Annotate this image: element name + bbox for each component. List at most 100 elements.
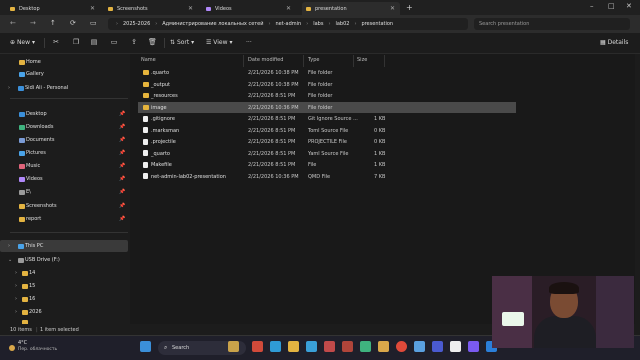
breadcrumb[interactable]: › 2025-2026 › Администрирование локальны… — [108, 18, 468, 30]
up-icon[interactable]: ↑ — [50, 19, 56, 27]
pin-icon[interactable]: 📌 — [119, 176, 125, 182]
pin-icon[interactable]: 📌 — [119, 111, 125, 117]
sidebar-item-documents[interactable]: Documents 📌 — [0, 134, 128, 146]
chevron-right-icon[interactable]: › — [8, 85, 10, 91]
forward-icon[interactable]: → — [30, 19, 36, 27]
monitor-icon[interactable]: ▭ — [90, 19, 97, 27]
breadcrumb-item[interactable]: Администрирование локальных сетей — [162, 21, 263, 27]
pin-icon[interactable]: 📌 — [119, 203, 125, 209]
file-row[interactable]: .marksman 2/21/2026 8:51 PM Toml Source … — [138, 125, 516, 136]
breadcrumb-item[interactable]: net-admin — [276, 21, 302, 27]
file-row[interactable]: .gitignore 2/21/2026 8:51 PM Git Ignore … — [138, 113, 516, 124]
delete-icon[interactable]: 🗑 — [148, 38, 157, 46]
column-header-type[interactable]: Type — [308, 57, 319, 63]
app-icon[interactable] — [360, 341, 371, 352]
app-icon[interactable] — [252, 341, 263, 352]
app-icon[interactable] — [468, 341, 479, 352]
close-window-icon[interactable]: ✕ — [626, 2, 632, 10]
close-tab-icon[interactable]: ✕ — [390, 5, 395, 12]
sidebar-item-this-pc[interactable]: › This PC — [0, 240, 128, 252]
app-icon[interactable] — [414, 341, 425, 352]
breadcrumb-item[interactable]: presentation — [361, 21, 393, 27]
file-row[interactable]: _output 2/21/2026 10:38 PM File folder — [138, 79, 516, 90]
tab-videos[interactable]: Videos ✕ — [202, 2, 296, 15]
close-tab-icon[interactable]: ✕ — [286, 5, 291, 12]
rename-icon[interactable]: ▭ — [110, 38, 118, 46]
file-row[interactable]: _resources 2/21/2026 8:51 PM File folder — [138, 90, 516, 101]
sidebar-item-usb-drive[interactable]: ⌄ USB Drive (F:) — [0, 254, 128, 266]
app-icon[interactable] — [432, 341, 443, 352]
weather-widget[interactable]: 4°C Пер. облачность — [8, 340, 57, 352]
column-header-size[interactable]: Size — [357, 57, 367, 63]
sidebar-item-music[interactable]: Music 📌 — [0, 160, 128, 172]
pin-icon[interactable]: 📌 — [119, 137, 125, 143]
more-button[interactable]: ··· — [246, 39, 252, 46]
search-input[interactable]: Search presentation — [474, 18, 630, 30]
sidebar-item-screenshots[interactable]: Screenshots 📌 — [0, 200, 128, 212]
sidebar-item-gallery[interactable]: Gallery — [0, 68, 128, 80]
copy-icon[interactable]: ❐ — [72, 38, 80, 46]
new-tab-icon[interactable]: + — [406, 3, 413, 12]
chevron-down-icon[interactable]: ⌄ — [8, 257, 12, 263]
sort-button[interactable]: ⇅ Sort ▾ — [170, 39, 194, 46]
new-button[interactable]: ⊕ New ▾ — [10, 39, 35, 46]
sidebar-item-onedrive[interactable]: › Sidi Ali - Personal — [0, 82, 128, 94]
chevron-right-icon[interactable]: › — [15, 309, 17, 315]
breadcrumb-item[interactable]: 2025-2026 — [123, 21, 150, 27]
column-header-name[interactable]: Name — [141, 57, 156, 63]
file-row[interactable]: _quarto 2/21/2026 8:51 PM Yaml Source Fi… — [138, 148, 516, 159]
app-icon[interactable] — [324, 341, 335, 352]
widget-icon[interactable] — [228, 341, 239, 352]
minimize-icon[interactable]: – — [590, 2, 594, 10]
pin-icon[interactable]: 📌 — [119, 163, 125, 169]
sidebar-item-e-drive[interactable]: E\ 📌 — [0, 186, 128, 198]
paste-icon[interactable]: ▤ — [90, 38, 98, 46]
pin-icon[interactable]: 📌 — [119, 124, 125, 130]
pin-icon[interactable]: 📌 — [119, 150, 125, 156]
tab-screenshots[interactable]: Screenshots ✕ — [104, 2, 198, 15]
column-divider[interactable] — [384, 55, 385, 67]
file-row[interactable]: .projectile 2/21/2026 8:51 PM PROJECTILE… — [138, 136, 516, 147]
sidebar-item-folder-16[interactable]: › 16 — [0, 293, 128, 305]
sidebar-item-report[interactable]: report 📌 — [0, 213, 128, 225]
tab-presentation[interactable]: presentation ✕ — [302, 2, 400, 15]
pin-icon[interactable]: 📌 — [119, 216, 125, 222]
app-icon[interactable] — [450, 341, 461, 352]
refresh-icon[interactable]: ⟳ — [70, 19, 76, 27]
details-button[interactable]: ▦ Details — [600, 39, 628, 46]
app-icon[interactable] — [378, 341, 389, 352]
tab-desktop[interactable]: Desktop ✕ — [6, 2, 100, 15]
app-icon[interactable] — [306, 341, 317, 352]
app-icon[interactable] — [342, 341, 353, 352]
back-icon[interactable]: ← — [10, 19, 16, 27]
chevron-right-icon[interactable]: › — [15, 270, 17, 276]
chrome-icon[interactable] — [396, 341, 407, 352]
start-icon[interactable] — [140, 341, 151, 352]
view-button[interactable]: ☰ View ▾ — [206, 39, 232, 46]
close-tab-icon[interactable]: ✕ — [90, 5, 95, 12]
sidebar-item-desktop[interactable]: Desktop 📌 — [0, 108, 128, 120]
breadcrumb-item[interactable]: lab02 — [335, 21, 349, 27]
column-divider[interactable] — [303, 55, 304, 67]
file-row[interactable]: Makefile 2/21/2026 8:51 PM File 1 KB — [138, 159, 516, 170]
maximize-icon[interactable]: □ — [608, 2, 615, 10]
share-icon[interactable]: ⇪ — [130, 38, 138, 46]
sidebar-item-folder[interactable] — [0, 316, 128, 324]
close-tab-icon[interactable]: ✕ — [188, 5, 193, 12]
cut-icon[interactable]: ✂ — [52, 38, 60, 46]
column-divider[interactable] — [353, 55, 354, 67]
file-explorer-icon[interactable] — [288, 341, 299, 352]
column-header-date[interactable]: Date modified — [248, 57, 283, 63]
chevron-right-icon[interactable]: › — [8, 243, 10, 249]
sidebar-item-downloads[interactable]: Downloads 📌 — [0, 121, 128, 133]
file-row[interactable]: net-admin-lab02-presentation 2/21/2026 1… — [138, 171, 516, 182]
sidebar-item-folder-15[interactable]: › 15 — [0, 280, 128, 292]
file-row[interactable]: .quarto 2/21/2026 10:38 PM File folder — [138, 67, 516, 78]
sidebar-item-videos[interactable]: Videos 📌 — [0, 173, 128, 185]
edge-icon[interactable] — [270, 341, 281, 352]
column-divider[interactable] — [243, 55, 244, 67]
breadcrumb-item[interactable]: labs — [313, 21, 323, 27]
file-row-selected[interactable]: image 2/21/2026 10:36 PM File folder — [138, 101, 516, 113]
sidebar-item-pictures[interactable]: Pictures 📌 — [0, 147, 128, 159]
sidebar-item-home[interactable]: Home — [0, 56, 128, 68]
